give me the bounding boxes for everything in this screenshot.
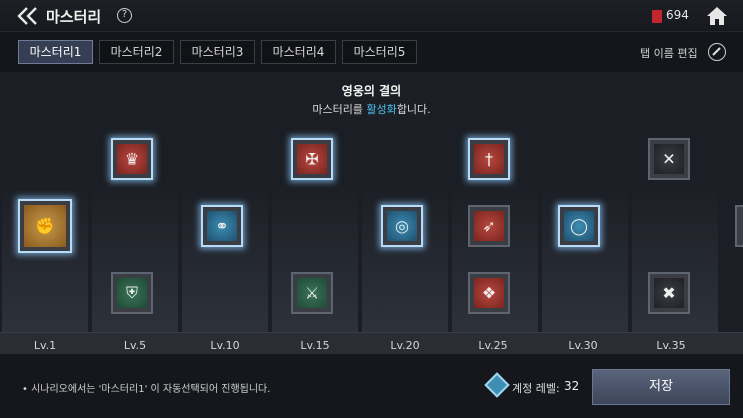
- pencil-icon[interactable]: [708, 43, 726, 61]
- level-label: Lv.30: [568, 339, 598, 352]
- level-label: Lv.35: [656, 339, 686, 352]
- scenario-note: • 시나리오에서는 '마스터리1' 이 자동선택되어 진행됩니다.: [22, 384, 271, 395]
- level-column: [452, 180, 538, 346]
- skill-sword-strike-icon[interactable]: ⚔: [291, 272, 333, 314]
- skill-partial-icon[interactable]: [735, 205, 743, 247]
- crystal-icon: [652, 10, 662, 23]
- tab-mastery-3[interactable]: 마스터리3: [180, 40, 255, 64]
- page-title: 마스터리: [46, 8, 102, 26]
- save-button[interactable]: 저장: [592, 369, 730, 405]
- level-label: Lv.10: [210, 339, 240, 352]
- account-level-label: 계정 레벨:: [512, 382, 560, 395]
- home-icon[interactable]: [705, 5, 729, 27]
- highlight-activate: 활성화: [366, 103, 397, 116]
- skill-gauntlet-icon[interactable]: ✊: [18, 199, 72, 253]
- level-label: Lv.20: [390, 339, 420, 352]
- skill-chain-orb-icon[interactable]: ⚭: [201, 205, 243, 247]
- tab-mastery-4[interactable]: 마스터리4: [261, 40, 336, 64]
- level-column: [182, 180, 268, 346]
- tab-mastery-2[interactable]: 마스터리2: [99, 40, 174, 64]
- skill-winged-emblem-icon[interactable]: ❖: [468, 272, 510, 314]
- skill-cross-shield-icon[interactable]: ✠: [291, 138, 333, 180]
- level-label: Lv.15: [300, 339, 330, 352]
- level-label: Lv.25: [478, 339, 508, 352]
- level-column: [632, 180, 718, 346]
- skill-crown-helm-icon[interactable]: ♛: [111, 138, 153, 180]
- skill-crossbow-icon[interactable]: ➶: [468, 205, 510, 247]
- tab-mastery-1[interactable]: 마스터리1: [18, 40, 93, 64]
- tab-mastery-5[interactable]: 마스터리5: [342, 40, 417, 64]
- level-column: [272, 180, 358, 346]
- level-label: Lv.5: [123, 339, 147, 352]
- top-bar: 마스터리 ? 694: [0, 0, 743, 32]
- skill-crossed-axes-icon[interactable]: ✕: [648, 138, 690, 180]
- help-icon[interactable]: ?: [117, 8, 132, 23]
- mastery-subtext: 마스터리를 활성화합니다.: [312, 103, 431, 116]
- skill-shield-helm-icon[interactable]: ⛨: [111, 272, 153, 314]
- level-label: Lv.1: [33, 339, 57, 352]
- level-column: [362, 180, 448, 346]
- skill-necklace-icon[interactable]: ◎: [381, 205, 423, 247]
- mastery-heading: 영웅의 결의: [341, 84, 402, 98]
- back-icon[interactable]: [16, 6, 38, 26]
- skill-sword-up-icon[interactable]: †: [468, 138, 510, 180]
- skill-ring-icon[interactable]: ◯: [558, 205, 600, 247]
- account-level-value: 32: [564, 379, 580, 393]
- currency-count: 694: [666, 8, 689, 22]
- level-column: [92, 180, 178, 346]
- skill-crossed-blades-icon[interactable]: ✖: [648, 272, 690, 314]
- mastery-tabs: 마스터리1 마스터리2 마스터리3 마스터리4 마스터리5: [18, 40, 417, 64]
- level-column: [542, 180, 628, 346]
- tab-rename-label[interactable]: 탭 이름 편집: [640, 45, 698, 61]
